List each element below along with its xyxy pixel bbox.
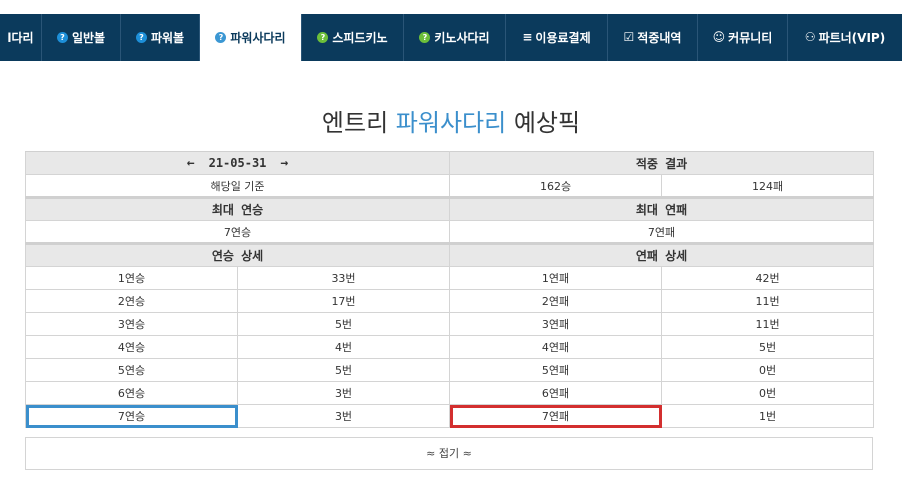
title-suffix: 예상픽 (506, 109, 581, 137)
result-losses: 124패 (661, 174, 875, 198)
loss-streak-count: 1번 (661, 404, 875, 428)
nav-item-powerball[interactable]: ? 파워볼 (121, 14, 200, 61)
loss-streak-count: 0번 (661, 381, 875, 405)
top-nav: l다리 ? 일반볼 ? 파워볼 ? 파워사다리 ? 스피드키노 ? 키노사다리 … (0, 14, 902, 61)
win-streak-count: 33번 (236, 266, 451, 290)
win-streak-label: 5연승 (25, 358, 238, 382)
loss-streak-label: 2연패 (449, 289, 663, 313)
smile-icon: ☺ (712, 30, 726, 44)
stats-table: ← 21-05-31 → 적중 결과 해당일 기준 162승 124패 최대 연승 … (24, 151, 875, 428)
nav-label: l다리 (7, 31, 34, 45)
arrow-left-icon[interactable]: ← (187, 156, 195, 171)
win-streak-count: 3번 (236, 404, 451, 428)
win-streak-label: 4연승 (25, 335, 238, 359)
loss-streak-count: 11번 (661, 312, 875, 336)
nav-item-ladder-partial[interactable]: l다리 (0, 14, 42, 61)
nav-item-normal-ball[interactable]: ? 일반볼 (42, 14, 121, 61)
table-row: ← 21-05-31 → 적중 결과 (24, 151, 875, 175)
win-streak-count: 5번 (236, 358, 451, 382)
max-loss-header: 최대 연패 (449, 196, 875, 221)
collapse-up-icon: ≈ (426, 447, 436, 460)
result-header: 적중 결과 (449, 151, 875, 175)
loss-streak-label: 3연패 (449, 312, 663, 336)
loss-detail-header: 연패 상세 (449, 242, 875, 267)
help-icon: ? (56, 32, 68, 43)
loss-streak-count: 42번 (661, 266, 875, 290)
win-streak-count: 5번 (236, 312, 451, 336)
date-selector: ← 21-05-31 → (24, 151, 451, 175)
table-row: 2연승 17번 2연패 11번 (25, 289, 875, 313)
collapse-up-icon: ≈ (462, 447, 472, 460)
table-row: 7연승 3번 7연패 1번 (25, 404, 875, 428)
win-streak-count: 17번 (236, 289, 451, 313)
loss-streak-label-highlighted: 7연패 (449, 404, 663, 428)
nav-label: 파워볼 (150, 31, 185, 45)
win-streak-label: 1연승 (25, 266, 238, 290)
loss-streak-label: 5연패 (449, 358, 663, 382)
nav-item-payment[interactable]: ≡ 이용료결제 (506, 14, 608, 61)
result-basis: 해당일 기준 (24, 174, 451, 198)
page-title: 엔트리 파워사다리 예상픽 (0, 103, 902, 138)
nav-label: 스피드키노 (332, 31, 388, 45)
nav-label: 적중내역 (637, 31, 682, 45)
nav-item-power-ladder[interactable]: ? 파워사다리 (200, 14, 302, 61)
table-row: 6연승 3번 6연패 0번 (25, 381, 875, 405)
table-row: 연승 상세 연패 상세 (24, 242, 875, 267)
win-streak-count: 4번 (236, 335, 451, 359)
nav-label: 키노사다리 (434, 31, 490, 45)
nav-label: 이용료결제 (535, 31, 591, 45)
win-streak-count: 3번 (236, 381, 451, 405)
nav-item-speed-keno[interactable]: ? 스피드키노 (302, 14, 404, 61)
table-row: 5연승 5번 5연패 0번 (25, 358, 875, 382)
help-icon: ? (215, 32, 227, 43)
help-icon: ? (419, 32, 431, 43)
nav-item-keno-ladder[interactable]: ? 키노사다리 (404, 14, 506, 61)
title-accent: 파워사다리 (395, 109, 507, 137)
fold-label: 접기 (438, 447, 460, 460)
database-icon: ≡ (522, 30, 533, 44)
nav-item-hit-history[interactable]: ☑ 적중내역 (608, 14, 698, 61)
arrow-right-icon[interactable]: → (280, 156, 288, 171)
nav-item-partner-vip[interactable]: ⚇ 파트너(VIP) (788, 14, 902, 61)
loss-streak-label: 1연패 (449, 266, 663, 290)
nav-item-community[interactable]: ☺ 커뮤니티 (698, 14, 788, 61)
table-row: 7연승 7연패 (24, 220, 875, 244)
help-icon: ? (135, 32, 147, 43)
loss-streak-count: 5번 (661, 335, 875, 359)
title-prefix: 엔트리 (321, 109, 396, 137)
max-win-header: 최대 연승 (24, 196, 451, 221)
date-value: 21-05-31 (208, 155, 267, 170)
table-row: 해당일 기준 162승 124패 (24, 174, 875, 198)
loss-streak-count: 0번 (661, 358, 875, 382)
max-win-value: 7연승 (24, 220, 451, 244)
win-streak-label: 2연승 (25, 289, 238, 313)
table-row: 최대 연승 최대 연패 (24, 196, 875, 221)
loss-streak-count: 11번 (661, 289, 875, 313)
win-streak-label: 3연승 (25, 312, 238, 336)
table-row: 1연승 33번 1연패 42번 (25, 266, 875, 290)
help-icon: ? (317, 32, 329, 43)
nav-label: 커뮤니티 (728, 31, 773, 45)
nav-label: 파트너(VIP) (818, 31, 886, 45)
loss-streak-label: 6연패 (449, 381, 663, 405)
nav-label: 일반볼 (71, 31, 106, 45)
win-streak-label-highlighted: 7연승 (25, 404, 238, 428)
win-detail-header: 연승 상세 (24, 242, 451, 267)
checkbox-icon: ☑ (623, 30, 635, 44)
result-wins: 162승 (449, 174, 663, 198)
loss-streak-label: 4연패 (449, 335, 663, 359)
table-row: 4연승 4번 4연패 5번 (25, 335, 875, 359)
fold-button[interactable]: ≈ 접기 ≈ (25, 437, 873, 470)
win-streak-label: 6연승 (25, 381, 238, 405)
group-icon: ⚇ (804, 30, 816, 44)
table-row: 3연승 5번 3연패 11번 (25, 312, 875, 336)
nav-label: 파워사다리 (230, 31, 286, 45)
max-loss-value: 7연패 (449, 220, 875, 244)
